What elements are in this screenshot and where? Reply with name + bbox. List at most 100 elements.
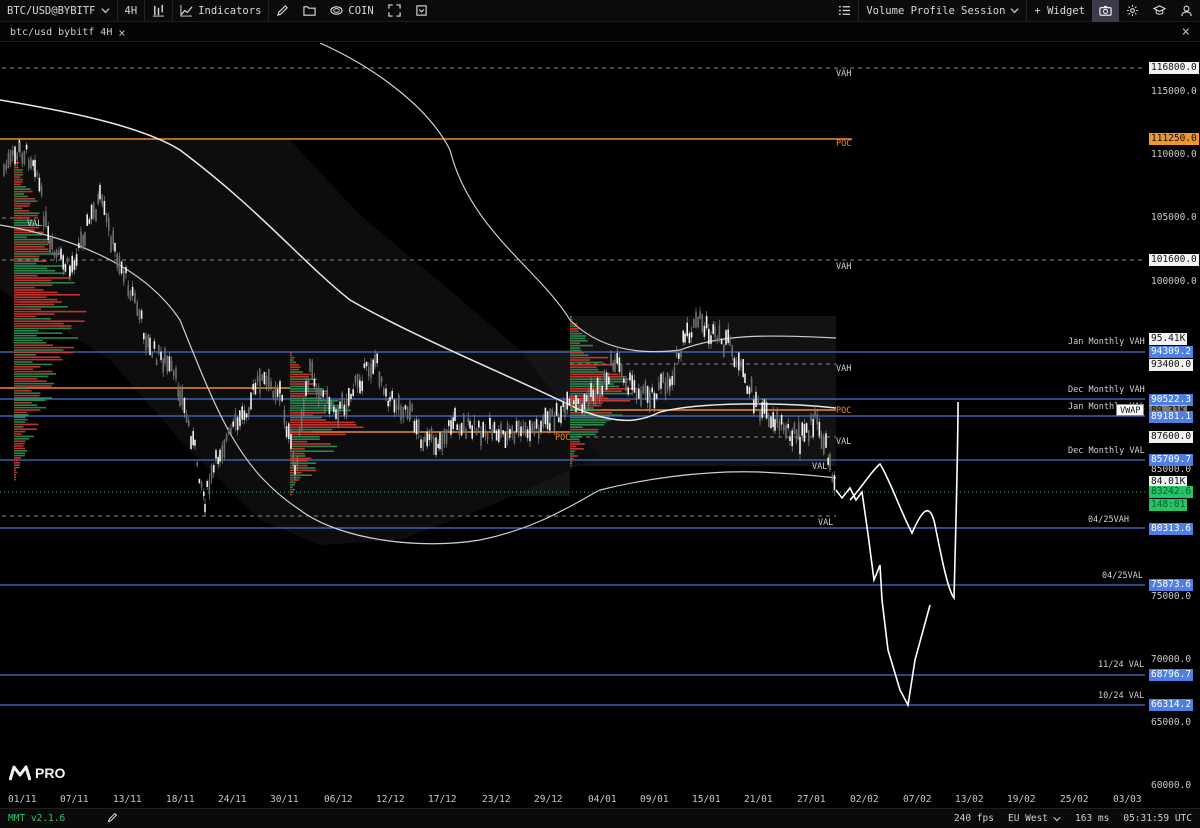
candle-body — [616, 352, 618, 364]
candle-body — [58, 250, 60, 255]
candle-body — [612, 362, 614, 371]
volume-profile-bar — [290, 431, 313, 433]
candle-body — [84, 232, 86, 246]
volume-profile-bar — [290, 416, 322, 419]
add-widget-button[interactable]: + Widget — [1027, 0, 1092, 22]
chart-canvas[interactable] — [0, 43, 1200, 808]
settings-button[interactable] — [1119, 0, 1146, 22]
download-button[interactable] — [408, 0, 435, 22]
candle-body — [450, 420, 452, 435]
volume-profile-bar — [290, 373, 312, 376]
volume-profile-bar — [570, 342, 581, 344]
candle-body — [495, 430, 498, 441]
volume-profile-bar — [14, 426, 24, 428]
indicators-button[interactable]: Indicators — [173, 0, 270, 22]
volume-profile-bar — [14, 397, 52, 399]
menu-button[interactable] — [831, 0, 860, 22]
candle-body — [452, 417, 454, 430]
volume-profile-bar — [290, 481, 296, 484]
candle-body — [605, 372, 608, 390]
candle-body — [729, 337, 731, 346]
price-axis-label: 115000.0 — [1151, 86, 1197, 97]
volume-profile-bar — [14, 344, 54, 346]
time-axis-label: 12/12 — [376, 794, 405, 805]
account-button[interactable] — [1173, 0, 1200, 22]
price-chart[interactable]: VAH POC VAL VAH Jan Monthly VAH VAH Dec … — [0, 43, 1200, 808]
volume-profile-bar — [14, 327, 72, 330]
fullscreen-button[interactable] — [381, 0, 408, 22]
candle-body — [82, 234, 84, 249]
screenshot-button[interactable] — [1092, 0, 1119, 22]
volume-profile-bar — [14, 186, 26, 188]
session-label: Volume Profile Session — [866, 4, 1006, 17]
candle-body — [309, 359, 311, 372]
volume-profile-bar — [14, 207, 23, 210]
timeframe-label: 4H — [124, 4, 138, 17]
poc-label-top: POC — [836, 139, 852, 149]
time-axis-label: 30/11 — [270, 794, 299, 805]
candle-body — [493, 422, 496, 433]
volume-profile-bar — [14, 373, 57, 375]
volume-profile-bar — [14, 178, 23, 181]
jan-monthly-vah-label: Jan Monthly VAH — [1068, 337, 1145, 347]
candle-body — [274, 385, 277, 401]
learn-button[interactable] — [1146, 0, 1173, 22]
volume-profile-bar — [570, 443, 585, 445]
volume-profile-bar — [14, 390, 32, 392]
volume-profile-bar — [290, 364, 299, 366]
candle-body — [778, 421, 781, 431]
candle-body — [385, 388, 387, 397]
candle-body — [188, 420, 190, 426]
candle-body — [690, 332, 693, 338]
edit-button[interactable] — [107, 812, 118, 826]
candle-body — [272, 390, 274, 398]
candle-body — [93, 202, 95, 219]
coin-button[interactable]: COIN — [323, 0, 380, 22]
candle-body — [12, 150, 14, 156]
candle-body — [170, 360, 173, 372]
session-selector[interactable]: Volume Profile Session — [859, 0, 1028, 22]
candle-body — [531, 423, 533, 433]
chart-type-button[interactable] — [145, 0, 174, 22]
candle-body — [658, 382, 660, 390]
chart-tab[interactable]: btc/usd bybitf 4H × — [10, 25, 126, 40]
candle-body — [204, 503, 206, 513]
volume-profile-bar — [14, 454, 26, 457]
volume-profile-bar — [14, 375, 49, 378]
candle-body — [428, 433, 431, 441]
candle-body — [313, 378, 316, 387]
candle-body — [763, 399, 766, 414]
symbol-selector[interactable]: BTC/USD@BYBITF — [0, 0, 118, 22]
close-tab-icon[interactable]: × — [118, 26, 125, 40]
volume-profile-bar — [570, 402, 603, 404]
volume-profile-bar — [14, 411, 28, 414]
candle-body — [753, 399, 755, 414]
region-selector[interactable]: EU West — [1008, 813, 1061, 824]
candle-body — [596, 377, 599, 395]
time-axis-label: 23/12 — [482, 794, 511, 805]
volume-profile-bar — [290, 383, 317, 385]
candle-body — [393, 399, 396, 413]
draw-tool-button[interactable] — [269, 0, 296, 22]
candle-body — [223, 439, 226, 458]
timeframe-selector[interactable]: 4H — [118, 0, 146, 22]
time-axis-label: 07/11 — [60, 794, 89, 805]
candle-body — [748, 387, 751, 395]
candle-body — [795, 429, 798, 442]
volume-profile-bar — [14, 406, 46, 409]
candle-body — [105, 213, 108, 223]
candle-body — [473, 420, 476, 425]
close-chart-icon[interactable]: × — [1182, 24, 1190, 40]
volume-profile-bar — [14, 464, 20, 466]
volume-profile-bar — [14, 272, 66, 274]
candle-body — [356, 373, 359, 388]
volume-profile-bar — [570, 392, 633, 395]
volume-profile-bar — [14, 291, 58, 294]
candle-body — [454, 407, 456, 421]
folder-button[interactable] — [296, 0, 323, 22]
candle-body — [733, 358, 736, 368]
candle-body — [21, 153, 23, 164]
candle-body — [506, 422, 509, 440]
candle-body — [518, 420, 520, 436]
volume-profile-bar — [14, 301, 62, 303]
